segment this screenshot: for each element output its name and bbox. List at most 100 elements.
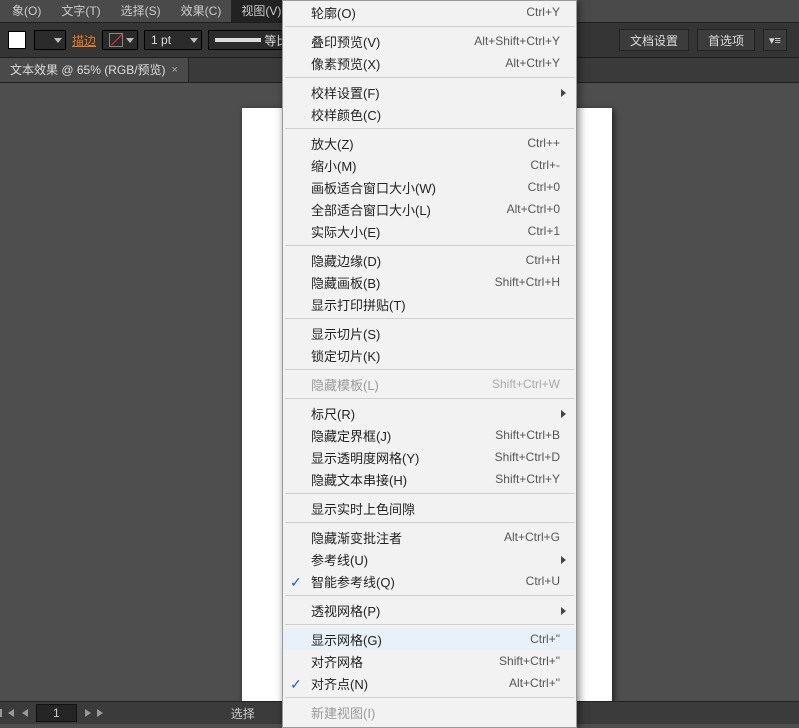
menu-item[interactable]: 显示网格(G) Ctrl+" bbox=[283, 628, 576, 650]
menu-item[interactable]: ✓对齐点(N)Alt+Ctrl+" bbox=[283, 672, 576, 694]
preferences-button[interactable]: 首选项 bbox=[697, 29, 755, 51]
menu-item[interactable]: 隐藏画板(B) Shift+Ctrl+H bbox=[283, 271, 576, 293]
menu-item-shortcut: Shift+Ctrl+W bbox=[492, 377, 560, 391]
menu-item-shortcut: Ctrl++ bbox=[527, 136, 560, 150]
stroke-color-dropdown[interactable] bbox=[102, 30, 138, 50]
last-page-button[interactable] bbox=[97, 709, 103, 717]
menu-item-label: 画板适合窗口大小(W) bbox=[311, 178, 518, 197]
menu-item-shortcut: Alt+Ctrl+0 bbox=[507, 202, 560, 216]
next-page-button[interactable] bbox=[85, 709, 91, 717]
menu-item-label: 叠印预览(V) bbox=[311, 32, 464, 51]
menu-item[interactable]: 隐藏渐变批注者 Alt+Ctrl+G bbox=[283, 526, 576, 548]
menu-item-shortcut: Ctrl+U bbox=[526, 574, 560, 588]
menu-item-label: 智能参考线(Q) bbox=[311, 572, 516, 591]
menu-item-shortcut: Ctrl+H bbox=[526, 253, 560, 267]
menu-item-label: 显示切片(S) bbox=[311, 324, 560, 343]
menu-item-label: 显示实时上色间隙 bbox=[311, 499, 560, 518]
menu-item-shortcut: Ctrl+" bbox=[530, 632, 560, 646]
status-mode-label: 选择 bbox=[231, 705, 255, 722]
menu-item-shortcut: Alt+Ctrl+G bbox=[504, 530, 560, 544]
menu-item[interactable]: 画板适合窗口大小(W) Ctrl+0 bbox=[283, 176, 576, 198]
menu-object[interactable]: 象(O) bbox=[2, 0, 51, 22]
menu-item-label: 隐藏文本串接(H) bbox=[311, 470, 485, 489]
first-page-button[interactable] bbox=[8, 709, 14, 717]
menu-item-shortcut: Shift+Ctrl+H bbox=[495, 275, 560, 289]
prev-page-button[interactable] bbox=[22, 709, 28, 717]
menu-item-label: 隐藏边缘(D) bbox=[311, 251, 516, 270]
menu-item[interactable]: 隐藏定界框(J) Shift+Ctrl+B bbox=[283, 424, 576, 446]
menu-item-shortcut: Shift+Ctrl+B bbox=[495, 428, 560, 442]
menu-item-shortcut: Alt+Ctrl+Y bbox=[505, 56, 560, 70]
menu-item-label: 显示打印拼贴(T) bbox=[311, 295, 560, 314]
menu-item-label: 参考线(U) bbox=[311, 550, 560, 569]
menu-item[interactable]: 缩小(M) Ctrl+- bbox=[283, 154, 576, 176]
menu-item[interactable]: 校样设置(F) bbox=[283, 81, 576, 103]
stroke-width-dropdown[interactable]: 1 pt bbox=[144, 30, 202, 50]
menu-item-label: 新建视图(I) bbox=[311, 703, 560, 722]
menu-item[interactable]: 显示切片(S) bbox=[283, 322, 576, 344]
menu-item-label: 隐藏模板(L) bbox=[311, 375, 482, 394]
menu-effect[interactable]: 效果(C) bbox=[171, 0, 232, 22]
menu-item-label: 对齐网格 bbox=[311, 652, 489, 671]
check-icon: ✓ bbox=[290, 574, 302, 591]
menu-type[interactable]: 文字(T) bbox=[51, 0, 110, 22]
menu-item[interactable]: 锁定切片(K) bbox=[283, 344, 576, 366]
menu-item-label: 锁定切片(K) bbox=[311, 346, 560, 365]
menu-item-label: 放大(Z) bbox=[311, 134, 517, 153]
menu-item-shortcut: Alt+Shift+Ctrl+Y bbox=[474, 34, 560, 48]
menu-item-shortcut: Ctrl+Y bbox=[526, 5, 560, 19]
menu-item-shortcut: Shift+Ctrl+" bbox=[499, 654, 560, 668]
menu-item[interactable]: 隐藏文本串接(H) Shift+Ctrl+Y bbox=[283, 468, 576, 490]
menu-item-label: 轮廓(O) bbox=[311, 3, 516, 22]
menu-item-label: 全部适合窗口大小(L) bbox=[311, 200, 497, 219]
fill-swatch[interactable] bbox=[8, 31, 26, 49]
menu-item-label: 显示网格(G) bbox=[311, 630, 520, 649]
menu-item-shortcut: Ctrl+1 bbox=[528, 224, 560, 238]
stroke-preview-icon bbox=[215, 38, 261, 42]
check-icon: ✓ bbox=[290, 676, 302, 693]
menu-item-label: 隐藏画板(B) bbox=[311, 273, 485, 292]
menu-item[interactable]: 对齐网格 Shift+Ctrl+" bbox=[283, 650, 576, 672]
menu-item: 隐藏模板(L) Shift+Ctrl+W bbox=[283, 373, 576, 395]
menu-item-shortcut: Ctrl+0 bbox=[528, 180, 560, 194]
menu-item-label: 标尺(R) bbox=[311, 404, 560, 423]
menu-item-shortcut: Ctrl+- bbox=[530, 158, 560, 172]
panel-menu-icon: ▾≡ bbox=[769, 34, 781, 47]
menu-item[interactable]: 实际大小(E) Ctrl+1 bbox=[283, 220, 576, 242]
menu-item[interactable]: 显示打印拼贴(T) bbox=[283, 293, 576, 315]
menu-item[interactable]: 全部适合窗口大小(L) Alt+Ctrl+0 bbox=[283, 198, 576, 220]
document-tab[interactable]: 文本效果 @ 65% (RGB/预览) × bbox=[0, 58, 189, 82]
document-setup-button[interactable]: 文档设置 bbox=[619, 29, 689, 51]
menu-item[interactable]: 像素预览(X)Alt+Ctrl+Y bbox=[283, 52, 576, 74]
page-number-field[interactable]: 1 bbox=[36, 704, 77, 722]
stroke-label[interactable]: 描边 bbox=[72, 32, 96, 49]
menu-item[interactable]: 显示透明度网格(Y)Shift+Ctrl+D bbox=[283, 446, 576, 468]
menu-item[interactable]: 校样颜色(C) bbox=[283, 103, 576, 125]
menu-item[interactable]: ✓ 智能参考线(Q) Ctrl+U bbox=[283, 570, 576, 592]
view-menu-dropdown: 轮廓(O) Ctrl+Y 叠印预览(V) Alt+Shift+Ctrl+Y 像素预览(X… bbox=[282, 0, 577, 728]
menu-item-label: 透视网格(P) bbox=[311, 601, 560, 620]
menu-item: 新建视图(I) bbox=[283, 701, 576, 723]
menu-item-shortcut: Shift+Ctrl+Y bbox=[495, 472, 560, 486]
panel-menu-button[interactable]: ▾≡ bbox=[763, 29, 787, 51]
tab-title: 文本效果 @ 65% (RGB/预览) bbox=[10, 58, 166, 82]
menu-item-label: 校样颜色(C) bbox=[311, 105, 560, 124]
menu-item[interactable]: 隐藏边缘(D) Ctrl+H bbox=[283, 249, 576, 271]
menu-item-shortcut: Alt+Ctrl+" bbox=[509, 676, 560, 690]
fill-dropdown[interactable] bbox=[34, 30, 66, 50]
menu-item-label: 隐藏渐变批注者 bbox=[311, 528, 494, 547]
menu-item[interactable]: 参考线(U) bbox=[283, 548, 576, 570]
menu-select[interactable]: 选择(S) bbox=[111, 0, 171, 22]
menu-item[interactable]: 显示实时上色间隙 bbox=[283, 497, 576, 519]
menu-item-label: 缩小(M) bbox=[311, 156, 520, 175]
menu-item[interactable]: 透视网格(P) bbox=[283, 599, 576, 621]
menu-item-shortcut: Shift+Ctrl+D bbox=[495, 450, 560, 464]
menu-item[interactable]: 轮廓(O) Ctrl+Y bbox=[283, 1, 576, 23]
menu-item[interactable]: 放大(Z) Ctrl++ bbox=[283, 132, 576, 154]
menu-item-label: 校样设置(F) bbox=[311, 83, 560, 102]
menu-item-label: 隐藏定界框(J) bbox=[311, 426, 485, 445]
menu-item-label: 实际大小(E) bbox=[311, 222, 518, 241]
menu-item[interactable]: 标尺(R) bbox=[283, 402, 576, 424]
close-icon[interactable]: × bbox=[172, 58, 178, 82]
menu-item[interactable]: 叠印预览(V) Alt+Shift+Ctrl+Y bbox=[283, 30, 576, 52]
